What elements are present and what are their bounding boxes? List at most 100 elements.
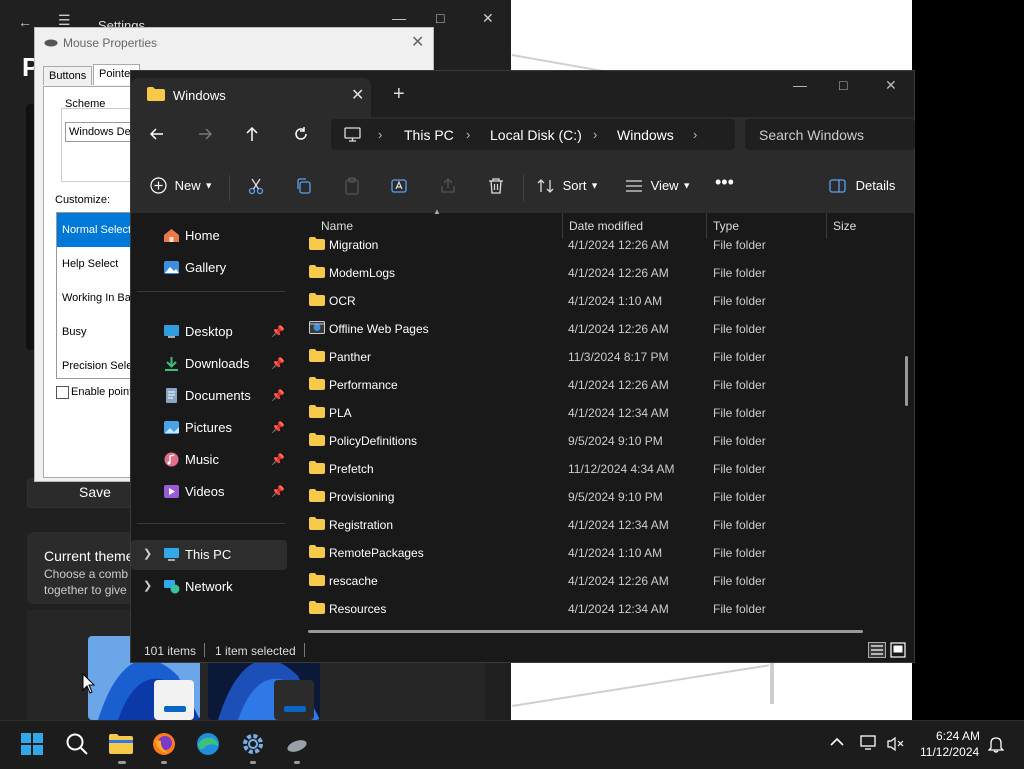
forward-arrow-icon[interactable] (196, 125, 216, 145)
sidebar-item-music[interactable]: Music 📌 (131, 445, 287, 475)
table-row[interactable]: ModemLogs 4/1/2024 12:26 AM File folder (303, 259, 903, 287)
chevron-down-icon: ▼ (204, 180, 214, 191)
maximize-icon[interactable]: □ (436, 10, 444, 26)
chevron-up-icon[interactable] (830, 737, 844, 747)
start-windows-icon[interactable] (20, 732, 44, 756)
theme-description: Choose a comb (44, 567, 129, 581)
pin-icon[interactable]: 📌 (271, 453, 285, 466)
sidebar-item-desktop[interactable]: Desktop 📌 (131, 317, 287, 347)
new-tab-icon[interactable]: + (393, 83, 405, 106)
chevron-right-icon[interactable]: ❯ (143, 547, 152, 560)
chevron-right-icon[interactable]: › (693, 127, 697, 142)
file-name: RemotePackages (329, 546, 424, 560)
file-type: File folder (713, 322, 766, 336)
clock-date[interactable]: 11/12/2024 (920, 745, 979, 759)
breadcrumb-local-disk[interactable]: Local Disk (C:) (490, 127, 582, 143)
enable-checkbox[interactable] (56, 386, 69, 399)
tab-windows[interactable] (131, 78, 371, 118)
network-status-icon[interactable] (860, 735, 878, 751)
breadcrumb-windows[interactable]: Windows (617, 127, 674, 143)
file-name: Resources (329, 602, 387, 616)
pin-icon[interactable]: 📌 (271, 357, 285, 370)
view-button[interactable]: View ▼ (625, 177, 691, 197)
volume-muted-icon[interactable] (886, 736, 904, 752)
pin-icon[interactable]: 📌 (271, 485, 285, 498)
edge-icon[interactable] (196, 732, 220, 756)
table-row[interactable]: Panther 11/3/2024 8:17 PM File folder (303, 343, 903, 371)
horizontal-scrollbar[interactable] (308, 630, 863, 633)
chevron-right-icon[interactable]: › (593, 127, 597, 142)
chevron-right-icon[interactable]: › (378, 127, 382, 142)
table-row[interactable]: Performance 4/1/2024 12:26 AM File folder (303, 371, 903, 399)
table-row[interactable]: Migration 4/1/2024 12:26 AM File folder (303, 231, 903, 259)
settings-gear-icon[interactable] (241, 732, 265, 756)
sidebar-item-this-pc[interactable]: ❯ This PC (131, 540, 287, 570)
sidebar-item-label: This PC (185, 547, 232, 562)
dialog-title: Mouse Properties (63, 36, 158, 50)
chevron-right-icon[interactable]: ❯ (143, 579, 152, 592)
download-icon (163, 356, 180, 371)
back-arrow-icon[interactable]: ← (18, 14, 32, 30)
sidebar-item-gallery[interactable]: Gallery (131, 253, 287, 283)
file-type: File folder (713, 546, 766, 560)
pin-icon[interactable]: 📌 (271, 325, 285, 338)
file-type: File folder (713, 462, 766, 476)
breadcrumb-this-pc[interactable]: This PC (404, 127, 454, 143)
maximize-icon[interactable]: □ (839, 77, 847, 93)
table-row[interactable]: Offline Web Pages 4/1/2024 12:26 AM File f… (303, 315, 903, 343)
table-row[interactable]: rescache 4/1/2024 12:26 AM File folder (303, 567, 903, 595)
table-row[interactable]: Prefetch 11/12/2024 4:34 AM File folder (303, 455, 903, 483)
tiles-view-icon[interactable] (890, 642, 906, 658)
close-icon[interactable]: ✕ (885, 77, 897, 94)
close-icon[interactable]: ✕ (482, 10, 494, 27)
customize-label: Customize: (55, 194, 111, 206)
vertical-scrollbar[interactable] (905, 356, 908, 406)
back-arrow-icon[interactable] (148, 125, 168, 145)
sidebar-item-videos[interactable]: Videos 📌 (131, 477, 287, 507)
delete-icon[interactable] (487, 177, 505, 197)
sidebar-item-documents[interactable]: Documents 📌 (131, 381, 287, 411)
sidebar-item-network[interactable]: ❯ Network (131, 572, 287, 602)
table-row[interactable]: Resources 4/1/2024 12:34 AM File folder (303, 595, 903, 623)
pin-icon[interactable]: 📌 (271, 421, 285, 434)
paste-icon[interactable] (343, 177, 361, 197)
pin-icon[interactable]: 📌 (271, 389, 285, 402)
refresh-icon[interactable] (292, 125, 312, 145)
table-row[interactable]: Provisioning 9/5/2024 9:10 PM File folder (303, 483, 903, 511)
sidebar-item-home[interactable]: Home (131, 221, 287, 251)
clock-time[interactable]: 6:24 AM (936, 729, 980, 743)
details-pane-button[interactable]: Details (829, 177, 895, 197)
copy-icon[interactable] (295, 177, 313, 197)
share-icon[interactable] (439, 177, 457, 197)
table-row[interactable]: OCR 4/1/2024 1:10 AM File folder (303, 287, 903, 315)
file-explorer-taskbar-icon[interactable] (108, 732, 133, 756)
file-date: 4/1/2024 12:26 AM (568, 574, 669, 588)
close-icon[interactable]: ✕ (411, 32, 424, 52)
file-name: ModemLogs (329, 266, 396, 280)
sort-button[interactable]: Sort ▼ (537, 177, 599, 197)
table-row[interactable]: RemotePackages 4/1/2024 1:10 AM File folde… (303, 539, 903, 567)
details-view-icon[interactable] (868, 642, 886, 658)
close-tab-icon[interactable]: ✕ (351, 85, 364, 105)
firefox-icon[interactable] (152, 732, 176, 756)
notification-bell-icon[interactable] (988, 735, 1004, 753)
rename-icon[interactable] (391, 177, 409, 197)
table-row[interactable]: PLA 4/1/2024 12:34 AM File folder (303, 399, 903, 427)
sidebar-item-label: Network (185, 579, 233, 594)
more-options-icon[interactable]: ••• (715, 172, 734, 192)
minimize-icon[interactable]: — (392, 10, 406, 26)
sidebar-item-downloads[interactable]: Downloads 📌 (131, 349, 287, 379)
chevron-right-icon[interactable]: › (466, 127, 470, 142)
minimize-icon[interactable]: — (793, 77, 807, 93)
sidebar-item-pictures[interactable]: Pictures 📌 (131, 413, 287, 443)
file-name: Migration (329, 238, 379, 252)
new-button[interactable]: New ▼ (150, 177, 213, 197)
table-row[interactable]: Registration 4/1/2024 12:34 AM File folder (303, 511, 903, 539)
tab-buttons[interactable]: Buttons (43, 66, 93, 85)
search-icon[interactable] (65, 732, 89, 756)
toolbar-divider (523, 175, 524, 201)
table-row[interactable]: PolicyDefinitions 9/5/2024 9:10 PM File fo… (303, 427, 903, 455)
cut-icon[interactable] (247, 177, 265, 197)
up-arrow-icon[interactable] (243, 125, 263, 145)
mouse-icon[interactable] (285, 732, 309, 756)
